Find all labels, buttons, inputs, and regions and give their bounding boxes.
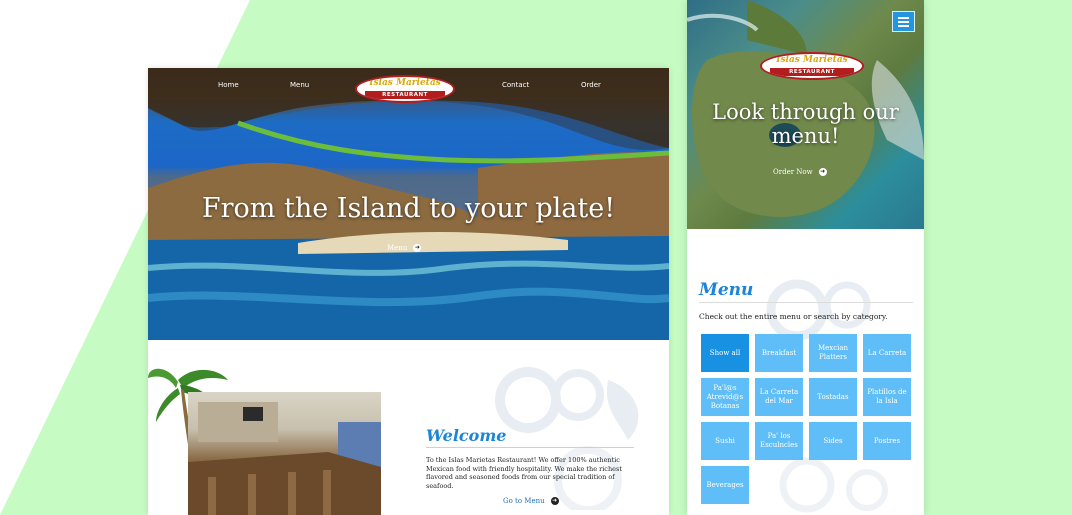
hamburger-menu-icon[interactable] <box>892 11 915 32</box>
category-tostadas[interactable]: Tostadas <box>809 378 857 416</box>
order-now-button[interactable]: Order Now ➜ <box>773 168 827 176</box>
nav-contact[interactable]: Contact <box>502 81 529 89</box>
category-grid: Show all Breakfast Mexcian Platters La C… <box>701 334 913 504</box>
category-la-carreta[interactable]: La Carreta <box>863 334 911 372</box>
category-breakfast[interactable]: Breakfast <box>755 334 803 372</box>
desktop-mockup: Home Menu Islas Marietas RESTAURANT Cont… <box>148 68 669 515</box>
category-beverages[interactable]: Beverages <box>701 466 749 504</box>
logo-name: Islas Marietas <box>369 78 441 88</box>
category-sides[interactable]: Sides <box>809 422 857 460</box>
category-sushi[interactable]: Sushi <box>701 422 749 460</box>
go-to-menu-button[interactable]: Go to Menu ➜ <box>503 497 559 505</box>
category-la-carreta-del-mar[interactable]: La Carreta del Mar <box>755 378 803 416</box>
category-kids[interactable]: Pa' los Esculncles <box>755 422 803 460</box>
mobile-mockup: Islas Marietas RESTAURANT Look through o… <box>687 0 924 515</box>
category-postres[interactable]: Postres <box>863 422 911 460</box>
welcome-heading: Welcome <box>426 426 507 445</box>
welcome-section: Welcome To the Islas Marietas Restaurant… <box>148 340 669 515</box>
arrow-right-icon: ➜ <box>413 244 422 252</box>
hero-title: From the Island to your plate! <box>201 193 616 224</box>
restaurant-interior-photo <box>188 392 381 515</box>
nav-menu[interactable]: Menu <box>290 81 309 89</box>
divider <box>426 447 634 448</box>
welcome-text: To the Islas Marietas Restaurant! We off… <box>426 456 622 490</box>
logo-band: RESTAURANT <box>770 68 854 76</box>
nav-home[interactable]: Home <box>218 81 239 89</box>
nav-order[interactable]: Order <box>581 81 601 89</box>
category-mexican-platters[interactable]: Mexcian Platters <box>809 334 857 372</box>
restaurant-logo[interactable]: Islas Marietas RESTAURANT <box>355 75 455 103</box>
arrow-right-icon: ➜ <box>550 497 559 505</box>
divider <box>699 302 913 303</box>
go-to-menu-label: Go to Menu <box>503 497 545 505</box>
menu-heading: Menu <box>699 280 754 300</box>
category-platillos-de-la-isla[interactable]: Platillos de la Isla <box>863 378 911 416</box>
hero-title: Look through our menu! <box>712 100 899 148</box>
mobile-hero: Islas Marietas RESTAURANT Look through o… <box>687 0 924 229</box>
logo-band: RESTAURANT <box>365 91 445 99</box>
hero-menu-label: Menu <box>387 244 408 252</box>
desktop-hero: Home Menu Islas Marietas RESTAURANT Cont… <box>148 68 669 340</box>
category-show-all[interactable]: Show all <box>701 334 749 372</box>
hero-menu-button[interactable]: Menu ➜ <box>387 244 422 252</box>
logo-name: Islas Marietas <box>776 55 848 65</box>
category-botanas[interactable]: Pa'l@s Atrevid@s Botanas <box>701 378 749 416</box>
restaurant-logo[interactable]: Islas Marietas RESTAURANT <box>760 52 864 80</box>
order-now-label: Order Now <box>773 168 813 176</box>
arrow-right-icon: ➜ <box>818 168 827 176</box>
menu-subtitle: Check out the entire menu or search by c… <box>699 312 888 321</box>
